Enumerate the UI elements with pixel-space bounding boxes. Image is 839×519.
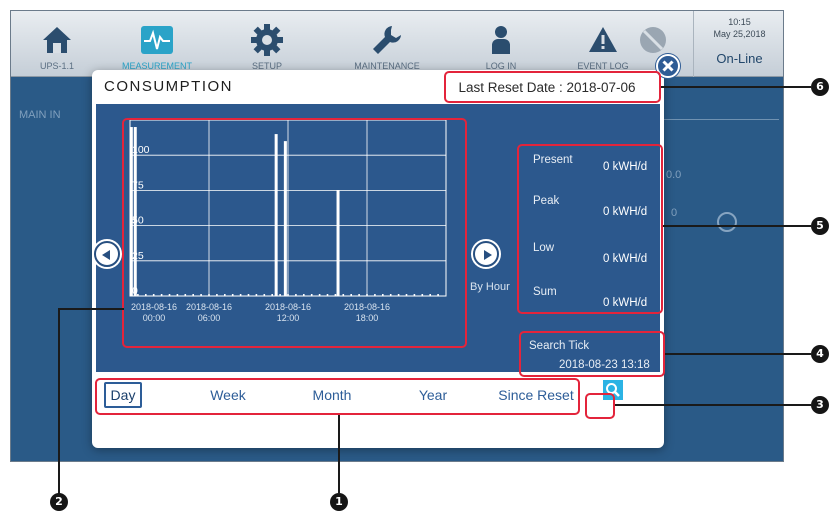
- callout-badge-5: 5: [811, 217, 829, 235]
- callout-badge-2: 2: [50, 493, 68, 511]
- next-period-button[interactable]: [473, 241, 499, 267]
- bg-value-1: 0.0: [666, 169, 682, 181]
- leader-line-4: [665, 353, 811, 355]
- dialog-title: CONSUMPTION: [104, 78, 233, 95]
- nav-measurement[interactable]: MEASUREMENT: [111, 11, 203, 77]
- leader-line-1: [338, 415, 340, 493]
- leader-line-2a: [58, 308, 124, 310]
- home-icon: [43, 27, 71, 53]
- gear-icon: [251, 24, 283, 56]
- nav-mute[interactable]: [607, 11, 699, 77]
- nav-setup[interactable]: SETUP: [221, 11, 313, 77]
- leader-line-5: [663, 225, 811, 227]
- callout-badge-4: 4: [811, 345, 829, 363]
- callout-badge-1: 1: [330, 493, 348, 511]
- prev-period-button[interactable]: [94, 241, 120, 267]
- mute-icon: [640, 27, 666, 53]
- status-clock: 10:15 May 25,2018 On-Line: [693, 11, 783, 77]
- wrench-icon: [373, 26, 401, 54]
- leader-line-2b: [58, 308, 60, 495]
- nav-home[interactable]: UPS-1.1: [11, 11, 103, 77]
- nav-login[interactable]: LOG IN: [455, 11, 547, 77]
- user-icon: [492, 26, 510, 54]
- bg-search-icon: [717, 212, 737, 232]
- callout-box-metrics: [517, 144, 663, 314]
- callout-box-chart: [122, 118, 467, 348]
- callout-badge-3: 3: [811, 396, 829, 414]
- clock-date: May 25,2018: [713, 29, 766, 39]
- callout-box-tick: [519, 331, 665, 377]
- ups-status: On-Line: [716, 51, 763, 66]
- callout-box-reset-date: [444, 71, 661, 103]
- by-hour-label[interactable]: By Hour: [470, 281, 510, 293]
- leader-line-6: [661, 86, 811, 88]
- close-icon: [662, 60, 674, 72]
- waveform-icon: [141, 26, 173, 54]
- callout-box-tabs: [95, 378, 580, 415]
- clock-time: 10:15: [728, 17, 751, 27]
- bg-value-2: 0: [671, 207, 678, 219]
- callout-box-search: [585, 393, 615, 419]
- nav-home-label: UPS-1.1: [39, 61, 74, 71]
- nav-maintenance[interactable]: MAINTENANCE: [341, 11, 433, 77]
- bg-section-label: MAIN IN: [19, 109, 61, 121]
- callout-badge-6: 6: [811, 78, 829, 96]
- leader-line-3: [615, 404, 811, 406]
